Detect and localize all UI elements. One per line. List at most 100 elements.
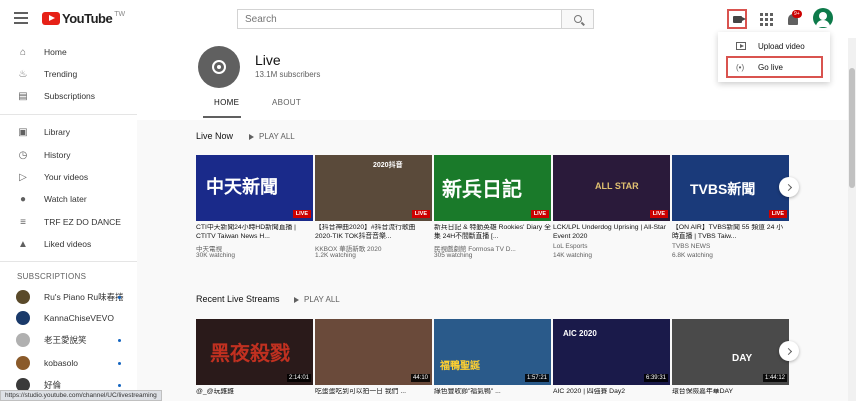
go-live-icon: (•) [736,62,745,72]
sidebar-divider [0,114,137,115]
play-all-recent-live[interactable]: PLAY ALL [294,295,340,304]
video-thumbnail: AIC 2020 6:39:31 [553,319,670,385]
flame-icon: ♨ [18,68,28,80]
video-title: AIC 2020 | 四強賽 Day2 [553,388,626,395]
video-camera-icon [732,15,746,23]
main-content: Live 13.1M subscribers HOME ABOUT Live N… [137,38,856,401]
subscriptions-header: SUBSCRIPTIONS [17,272,87,281]
video-card[interactable]: DAY 1:44:12 環台保險嘉年華DAY [672,319,789,401]
tab-about[interactable]: ABOUT [272,98,301,107]
live-badge: LIVE [530,210,549,218]
video-channel: TVBS NEWS [672,243,711,250]
play-all-label: PLAY ALL [259,132,295,141]
video-thumbnail: TVBS新聞 LIVE [672,155,789,221]
video-title: CTI中天新聞24小時HD新聞直播 | CTITV Taiwan News H.… [196,224,296,240]
channel-avatar [16,333,30,347]
thumbs-up-icon: ▲ [18,238,28,250]
play-all-live-now[interactable]: PLAY ALL [249,132,295,141]
video-card[interactable]: 福鴨聖誕 1:57:21 綠色豐收節"福氣鴨" ... [434,319,551,401]
sidebar-item-label: Your videos [44,172,89,182]
page-scrollbar[interactable] [848,38,856,401]
chevron-right-icon [784,347,792,355]
scrollbar-thumb[interactable] [849,68,855,188]
section-title-live-now: Live Now [196,131,234,141]
thumbnail-text: 福鴨聖誕 [440,361,480,372]
sidebar-item-trending[interactable]: ♨ Trending [0,63,137,85]
subscription-item[interactable]: 老王愛說笑 [0,329,137,351]
new-content-dot [118,384,121,387]
account-avatar[interactable] [813,8,833,28]
video-thumbnail: 2020抖音 LIVE [315,155,432,221]
video-thumbnail: 新兵日記 LIVE [434,155,551,221]
sidebar-divider [0,261,137,262]
thumbnail-text: 2020抖音 [373,162,403,169]
sidebar-item-label: Subscriptions [44,91,96,101]
sidebar-item-library[interactable]: ▣ Library [0,121,137,143]
section-title-recent-live: Recent Live Streams [196,294,280,304]
video-title: 吃蛋蛋吃到可以拍一日 我們 ... [315,388,407,395]
sidebar-item-history[interactable]: ◷ History [0,144,137,166]
playlist-icon: ≡ [20,216,26,228]
subscription-item[interactable]: Ru's Piano Ru味春捲 [0,286,137,308]
subscription-name: KannaChiseVEVO [44,313,114,323]
logo-region: TW [114,11,126,18]
video-meta: 305 watching [434,252,473,259]
sidebar-item-your-videos[interactable]: ▷ Your videos [0,166,137,188]
your-videos-icon: ▷ [19,171,27,183]
sidebar-item-liked-videos[interactable]: ▲ Liked videos [0,233,137,255]
youtube-app: YouTube TW 9+ ⌂ Home ♨ Trending ▤ [0,0,856,401]
video-card[interactable]: ALL STAR LIVE LCK/LPL Underdog Uprising … [553,155,670,265]
video-thumbnail: ALL STAR LIVE [553,155,670,221]
sidebar-item-label: TRF EZ DO DANCE [44,217,121,227]
menu-icon[interactable] [14,12,28,24]
upload-video-icon [736,42,746,50]
sidebar-item-playlist[interactable]: ≡ TRF EZ DO DANCE [0,211,137,233]
video-meta: 6.8K watching [672,252,713,259]
youtube-logo[interactable]: YouTube TW [42,11,125,26]
video-title: 【ON AIR】TVBS新聞 55 頻道 24 小時直播 | TVBS Taiw… [672,224,784,240]
duration-badge: 6:39:31 [643,374,668,382]
sidebar-item-subscriptions[interactable]: ▤ Subscriptions [0,85,137,107]
library-icon: ▣ [18,126,28,138]
sidebar-item-label: History [44,150,71,160]
sidebar-item-watch-later[interactable]: ● Watch later [0,188,137,210]
logo-text: YouTube [62,11,113,26]
carousel-next-button[interactable] [779,341,799,361]
video-card[interactable]: 中天新聞 LIVE CTI中天新聞24小時HD新聞直播 | CTITV Taiw… [196,155,313,265]
video-card[interactable]: TVBS新聞 LIVE 【ON AIR】TVBS新聞 55 頻道 24 小時直播… [672,155,789,265]
channel-avatar-large[interactable] [198,46,240,88]
video-thumbnail: 中天新聞 LIVE [196,155,313,221]
notification-badge: 9+ [792,10,802,18]
history-icon: ◷ [18,149,28,161]
video-card[interactable]: 黑夜殺戮 2:14:01 @_@玩雞雞 [196,319,313,401]
video-card[interactable]: AIC 2020 6:39:31 AIC 2020 | 四強賽 Day2 [553,319,670,401]
tab-home[interactable]: HOME [214,98,239,107]
thumbnail-text: DAY [732,353,753,364]
video-card[interactable]: 2020抖音 LIVE 【抖音神曲2020】#抖音流行歌曲 2020-TIK T… [315,155,432,265]
create-dropdown-menu: Upload video (•) Go live [718,32,830,82]
thumbnail-text: ALL STAR [595,181,639,191]
sidebar-item-home[interactable]: ⌂ Home [0,41,137,63]
new-content-dot [118,339,121,342]
video-title: @_@玩雞雞 [196,388,234,395]
youtube-play-icon [42,12,60,25]
subscription-item[interactable]: KannaChiseVEVO [0,307,137,329]
menu-item-go-live[interactable]: (•) Go live [726,56,823,78]
notifications-button[interactable]: 9+ [783,9,803,29]
carousel-next-button[interactable] [779,177,799,197]
thumbnail-text: AIC 2020 [563,329,597,338]
video-card[interactable]: 44:10 吃蛋蛋吃到可以拍一日 我們 ... [315,319,432,401]
video-meta: 1.2K watching [315,252,356,259]
search-input[interactable] [237,9,562,29]
subscription-item[interactable]: kobasolo [0,352,137,374]
subscription-name: Ru's Piano Ru味春捲 [44,292,124,302]
menu-item-upload-video[interactable]: Upload video [718,35,830,57]
channel-avatar [16,311,30,325]
search-button[interactable] [562,9,594,29]
video-card[interactable]: 新兵日記 LIVE 新兵日記 & 特勤英雄 Rookies' Diary 全集 … [434,155,551,265]
apps-grid-icon[interactable] [756,9,776,29]
video-meta: 30K watching [196,252,236,259]
create-video-button[interactable] [727,9,747,29]
sidebar-item-label: Trending [44,69,78,79]
video-meta: 14K watching [553,252,593,259]
